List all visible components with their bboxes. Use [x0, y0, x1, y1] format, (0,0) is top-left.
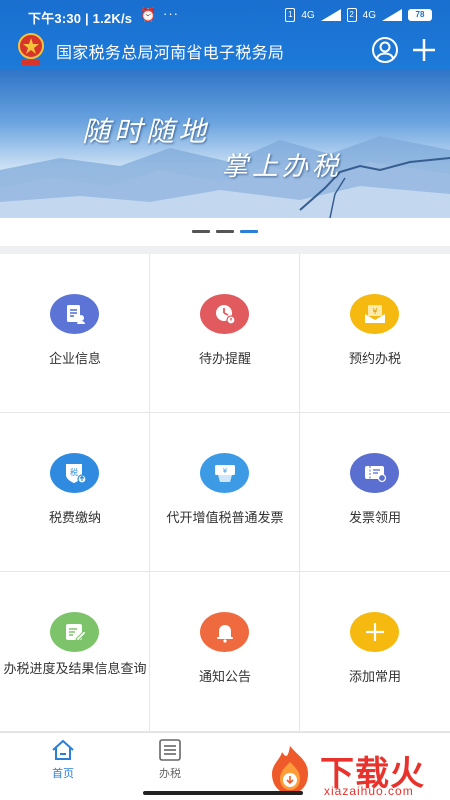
slide-dot-2[interactable]	[216, 230, 234, 233]
tab-home-label: 首页	[52, 768, 74, 780]
grid-item-appointment[interactable]: ¥ 预约办税	[300, 254, 450, 413]
invoice-issue-icon: ¥	[200, 453, 249, 493]
progress-query-icon	[50, 612, 99, 652]
function-grid: 企业信息 待办提醒 ¥ 预约办税 税 税费缴纳 ¥ 代开增值税普通发票 发票领用	[0, 254, 450, 732]
invoice-collect-icon	[350, 453, 399, 493]
notice-bell-icon	[200, 612, 249, 652]
more-dots-icon: ···	[163, 6, 179, 21]
grid-item-notice[interactable]: 通知公告	[150, 572, 300, 732]
grid-item-label: 添加常用	[348, 669, 401, 684]
grid-item-label: 企业信息	[48, 351, 101, 366]
grid-item-label: 预约办税	[348, 351, 401, 366]
slide-dot-3[interactable]	[240, 230, 258, 233]
user-icon[interactable]	[371, 36, 399, 64]
grid-item-label: 代开增值税普通发票	[166, 510, 284, 525]
appointment-icon: ¥	[350, 294, 399, 334]
home-icon	[52, 739, 74, 760]
network2-label: 4G	[362, 9, 376, 21]
signal1-icon	[320, 9, 341, 21]
mountain-illustration	[0, 136, 450, 218]
grid-item-add-common[interactable]: 添加常用	[300, 572, 450, 732]
fire-logo-icon	[272, 746, 308, 794]
sim2-icon: 2	[346, 8, 357, 22]
add-plus-icon	[350, 612, 399, 652]
app-title: 国家税务总局河南省电子税务局	[56, 45, 285, 62]
tax-emblem-icon	[18, 33, 44, 65]
grid-item-tax-payment[interactable]: 税 税费缴纳	[0, 413, 150, 572]
app-header: 下午3:30 | 1.2K/s ⏰ ··· 1 4G 2 4G 78 国家税务总…	[0, 0, 450, 70]
promo-banner[interactable]: 随时随地 掌上办税	[0, 70, 450, 218]
svg-text:¥: ¥	[222, 467, 227, 475]
grid-item-invoice-issue[interactable]: ¥ 代开增值税普通发票	[150, 413, 300, 572]
watermark-sub: xiazaihuo.com	[324, 784, 414, 798]
grid-item-label: 办税进度及结果信息查询	[3, 661, 147, 676]
svg-text:¥: ¥	[372, 307, 377, 316]
grid-item-label: 税费缴纳	[48, 510, 101, 525]
tax-payment-icon: 税	[50, 453, 99, 493]
plus-icon[interactable]	[410, 36, 438, 64]
banner-indicator	[0, 218, 450, 246]
grid-item-label: 待办提醒	[198, 351, 251, 366]
status-bar: 下午3:30 | 1.2K/s ⏰ ··· 1 4G 2 4G 78	[0, 0, 450, 30]
title-bar: 国家税务总局河南省电子税务局	[0, 30, 450, 70]
home-gesture-bar[interactable]	[143, 791, 303, 795]
alarm-icon: ⏰	[140, 7, 157, 22]
grid-item-invoice-collect[interactable]: 发票领用	[300, 413, 450, 572]
tab-home[interactable]: 首页	[33, 739, 93, 781]
grid-item-label: 通知公告	[198, 669, 251, 684]
status-icons: 1 4G 2 4G 78	[285, 8, 432, 22]
grid-item-progress-query[interactable]: 办税进度及结果信息查询	[0, 572, 150, 732]
todo-reminder-icon	[200, 294, 249, 334]
list-icon	[159, 739, 181, 761]
slogan-line2: 掌上办税	[222, 152, 343, 182]
signal2-icon	[382, 9, 402, 21]
tab-tax-handling[interactable]: 办税	[140, 739, 200, 781]
slide-dot-1[interactable]	[192, 230, 210, 233]
battery-icon: 78	[408, 9, 432, 21]
status-time-speed: 下午3:30 | 1.2K/s	[28, 11, 133, 26]
tab-tax-handling-label: 办税	[159, 768, 181, 780]
network1-label: 4G	[301, 9, 315, 21]
enterprise-info-icon	[50, 294, 99, 334]
grid-item-enterprise-info[interactable]: 企业信息	[0, 254, 150, 413]
sim1-icon: 1	[285, 8, 296, 22]
slogan-line1: 随时随地	[82, 115, 211, 148]
svg-text:税: 税	[70, 467, 78, 477]
grid-item-label: 发票领用	[348, 510, 401, 525]
grid-item-todo-reminder[interactable]: 待办提醒	[150, 254, 300, 413]
